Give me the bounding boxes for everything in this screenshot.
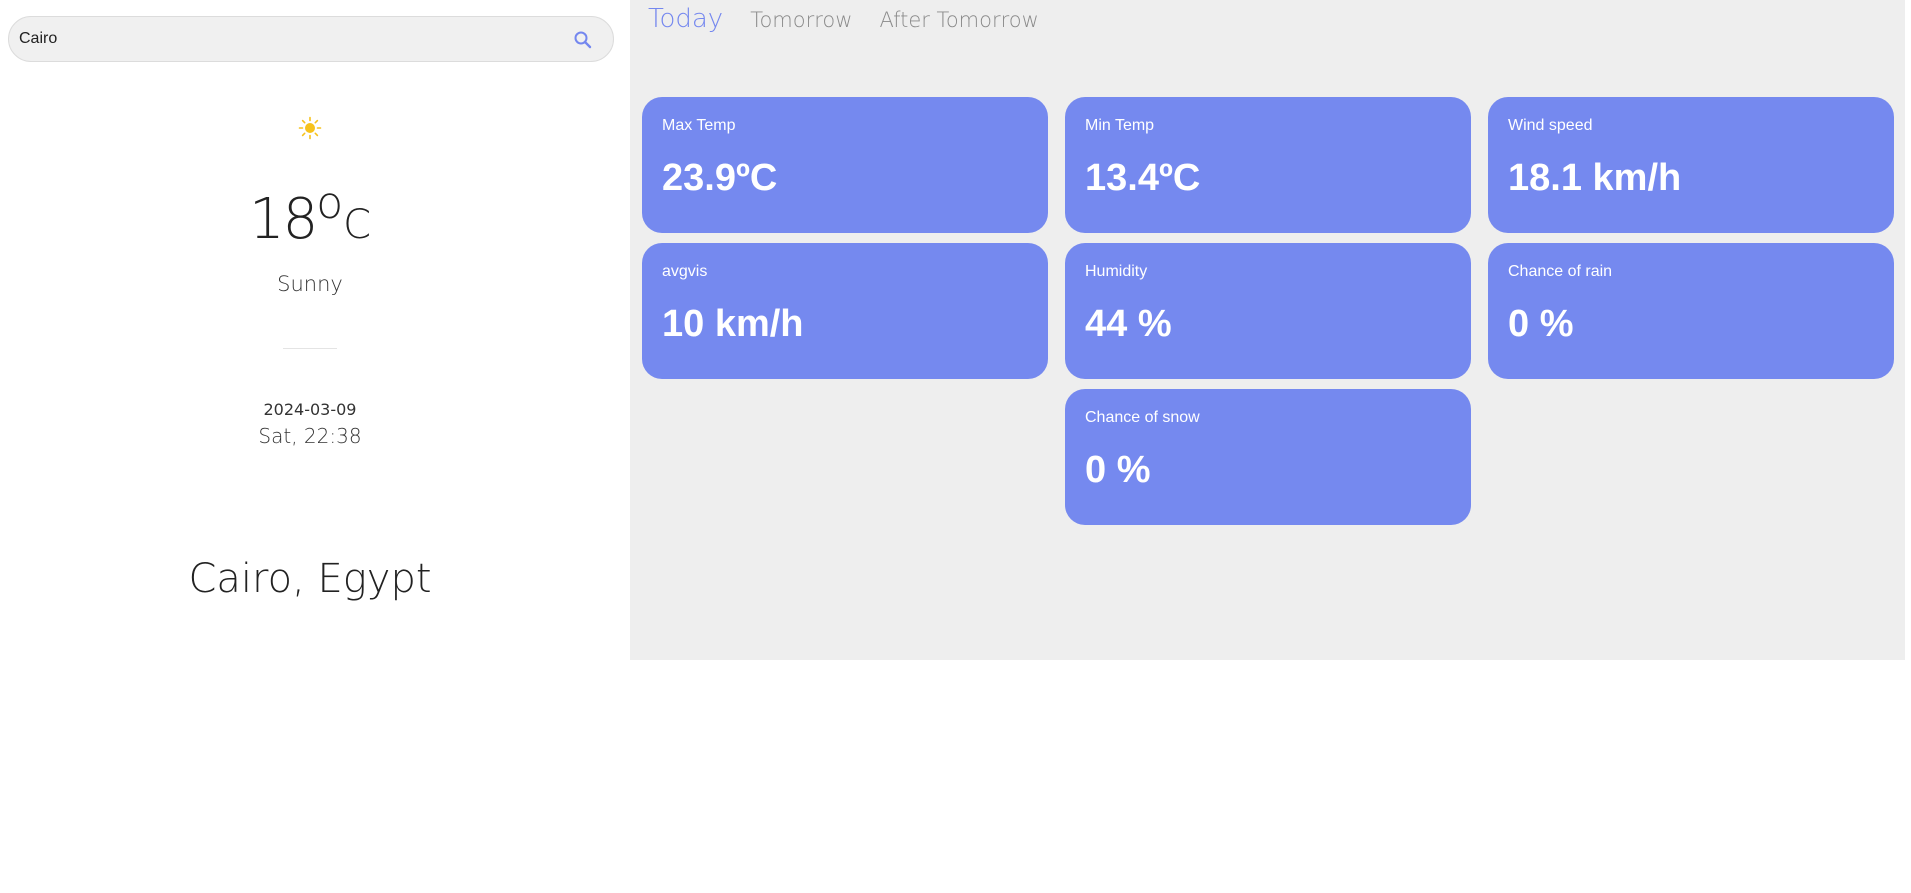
tab-after-tomorrow[interactable]: After Tomorrow <box>879 8 1038 32</box>
current-weather-panel: 18oC Sunny 2024-03-09 Sat, 22:38 Cairo, … <box>0 0 630 660</box>
location-name: Cairo, Egypt <box>188 556 432 602</box>
search-icon[interactable] <box>573 30 593 50</box>
degree-symbol: o <box>316 178 344 229</box>
temperature-value: 18 <box>248 187 318 252</box>
stat-label: Max Temp <box>662 117 736 134</box>
stat-card-chance-of-snow: Chance of snow 0 % <box>1065 389 1471 525</box>
current-time: Sat, 22:38 <box>258 424 362 448</box>
current-date: 2024-03-09 <box>263 400 357 419</box>
stat-value: 23.9ºC <box>662 157 778 199</box>
stat-card-wind-speed: Wind speed 18.1 km/h <box>1488 97 1894 233</box>
weather-condition: Sunny <box>277 272 343 296</box>
stat-label: Min Temp <box>1085 117 1155 134</box>
day-tabs: Today Tomorrow After Tomorrow <box>648 4 1039 34</box>
tab-today[interactable]: Today <box>648 4 723 34</box>
stat-label: avgvis <box>662 263 708 280</box>
stat-card-min-temp: Min Temp 13.4ºC <box>1065 97 1471 233</box>
stat-label: Chance of rain <box>1508 263 1613 280</box>
search-bar[interactable] <box>8 16 614 62</box>
stat-label: Humidity <box>1085 263 1148 280</box>
search-input[interactable] <box>19 17 559 61</box>
stat-value: 44 % <box>1085 303 1172 345</box>
stat-label: Wind speed <box>1508 117 1593 134</box>
sun-icon <box>298 116 322 140</box>
stat-card-max-temp: Max Temp 23.9ºC <box>642 97 1048 233</box>
current-temperature: 18oC <box>0 182 620 248</box>
stat-card-avgvis: avgvis 10 km/h <box>642 243 1048 379</box>
stat-label: Chance of snow <box>1085 409 1200 426</box>
tab-tomorrow[interactable]: Tomorrow <box>750 8 852 32</box>
temperature-unit: C <box>343 202 372 248</box>
stat-value: 13.4ºC <box>1085 157 1201 199</box>
forecast-panel: Today Tomorrow After Tomorrow Max Temp 2… <box>630 0 1905 660</box>
stat-value: 10 km/h <box>662 303 804 345</box>
stat-card-chance-of-rain: Chance of rain 0 % <box>1488 243 1894 379</box>
stat-value: 0 % <box>1085 449 1151 491</box>
stat-value: 0 % <box>1508 303 1574 345</box>
stat-card-humidity: Humidity 44 % <box>1065 243 1471 379</box>
divider <box>283 348 337 349</box>
stat-value: 18.1 km/h <box>1508 157 1682 199</box>
